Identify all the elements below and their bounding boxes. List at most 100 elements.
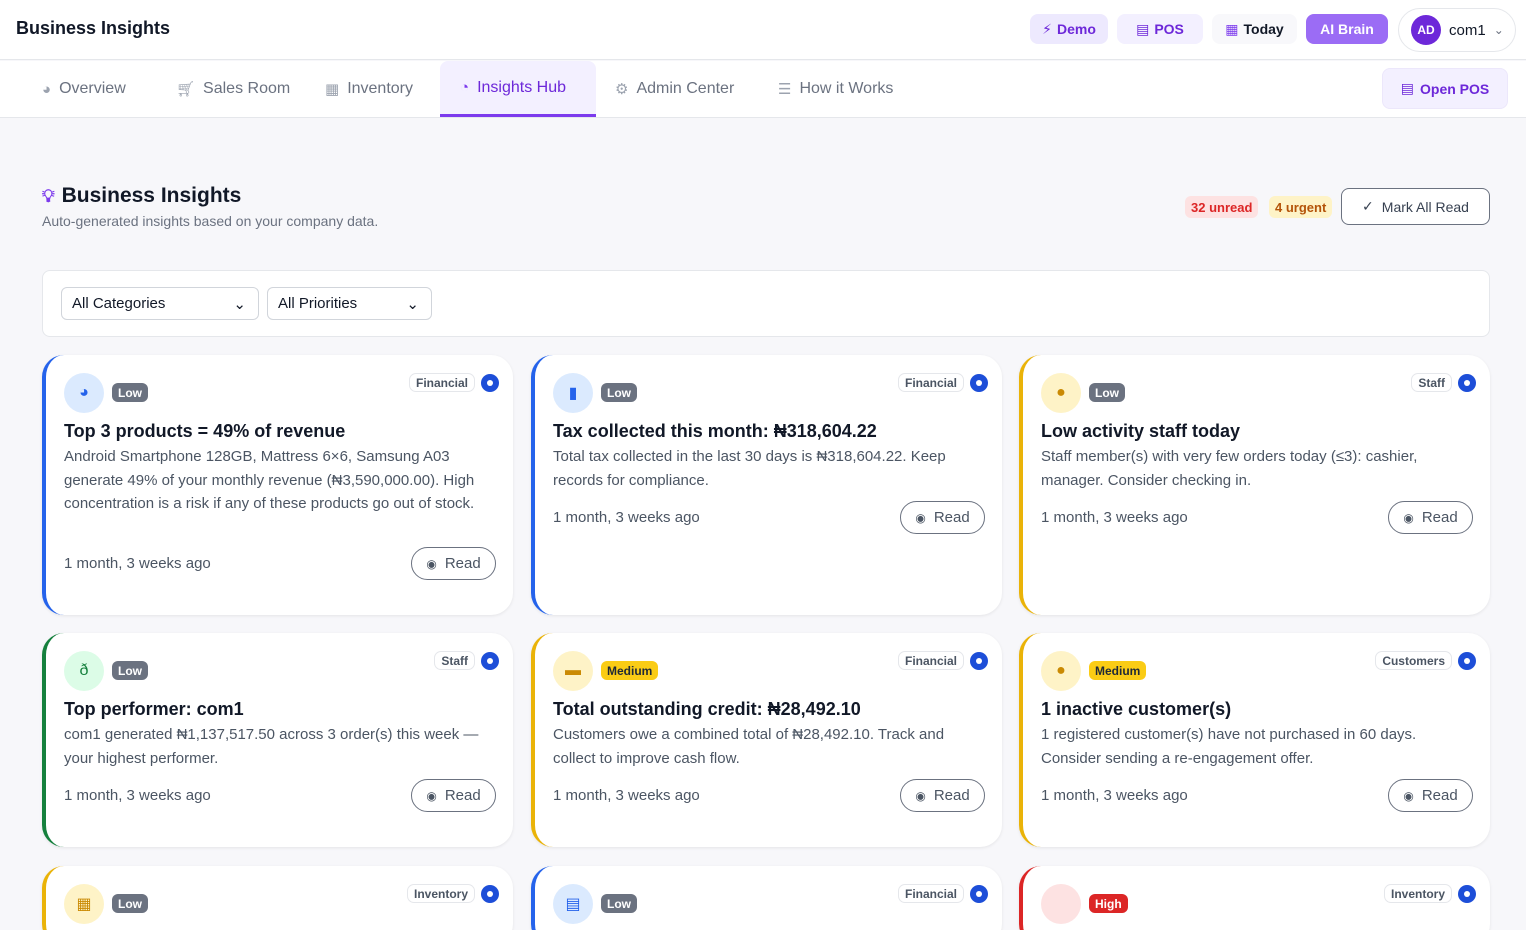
calendar-icon: ▦ [1225, 20, 1239, 37]
pie-chart-icon: ◔ [460, 79, 470, 96]
card-body: Staff member(s) with very few orders tod… [1041, 448, 1418, 489]
eye-icon: ◉ [1403, 510, 1414, 525]
priority-badge: Low [112, 661, 148, 680]
read-button[interactable]: ◉ Read [900, 501, 985, 534]
chevron-down-icon: ⌄ [1493, 23, 1504, 37]
register-icon: ▤ [1400, 80, 1414, 96]
category-badge: Inventory [1383, 884, 1452, 903]
card-time: 1 month, 3 weeks ago [64, 555, 211, 572]
cart-icon: 🛒︎ [176, 81, 196, 98]
demo-button[interactable]: ⚡ Demo [1030, 14, 1108, 44]
top-bar: Business Insights ⚡ Demo ▤ POS ▦ Today AI B… [0, 0, 1526, 60]
unread-dot-icon [481, 885, 499, 903]
priority-badge: High [1089, 894, 1128, 913]
tab-overview[interactable]: ◕ Overview [22, 61, 146, 117]
chevron-down-icon: ⌄ [406, 295, 419, 313]
category-select[interactable]: All Categories ⌄ [61, 287, 259, 320]
read-button[interactable]: ◉ Read [900, 779, 985, 812]
category-badge: Financial [897, 373, 964, 392]
eye-icon: ◉ [915, 510, 926, 525]
card-title: Top 3 products = 49% of revenue [64, 421, 346, 441]
eye-icon: ◉ [1403, 788, 1414, 803]
card-title: Low activity staff today [1041, 421, 1241, 441]
main-nav: ◕ Overview 🛒︎ Sales Room ▦ Inventory ◔ Insig… [0, 61, 1526, 118]
card-time: 1 month, 3 weeks ago [64, 787, 211, 804]
card-time: 1 month, 3 weeks ago [1041, 787, 1188, 804]
register-icon: ▤ [1136, 20, 1150, 37]
chevron-down-icon: ⌄ [233, 295, 246, 313]
user-menu[interactable]: AD com1 ⌄ [1398, 8, 1516, 52]
insight-card: ð Low Staff Top performer: com1 com1 gen… [42, 633, 513, 847]
card-title: Tax collected this month: ₦318,604.22 [553, 421, 877, 441]
user-icon: ● [1041, 373, 1081, 413]
unread-dot-icon [1458, 652, 1476, 670]
app-title: Business Insights [16, 18, 171, 38]
insight-card: ● Low Staff Low activity staff today Sta… [1019, 355, 1490, 615]
insight-card: ▦ Low Inventory [42, 866, 513, 930]
insight-card: High Inventory [1019, 866, 1490, 930]
insight-card: ▮ Low Financial Tax collected this month… [531, 355, 1002, 615]
category-badge: Financial [897, 884, 964, 903]
avatar: AD [1411, 15, 1441, 45]
card-body: Android Smartphone 128GB, Mattress 6×6, … [64, 448, 475, 512]
read-button[interactable]: ◉ Read [411, 779, 496, 812]
medal-icon: ð [64, 651, 104, 691]
page-title: 💡︎ Business Insights [42, 184, 242, 207]
pos-button[interactable]: ▤ POS [1117, 14, 1203, 44]
category-badge: Staff [1411, 373, 1452, 392]
dashboard-icon: ◕ [42, 80, 52, 98]
read-button[interactable]: ◉ Read [1388, 501, 1473, 534]
read-button[interactable]: ◉ Read [411, 547, 496, 580]
card-title: Total outstanding credit: ₦28,492.10 [553, 699, 861, 719]
eye-icon: ◉ [426, 788, 437, 803]
unread-dot-icon [970, 374, 988, 392]
tab-how-it-works[interactable]: ☰ How it Works [758, 61, 913, 117]
priority-badge: Medium [601, 661, 659, 680]
read-button[interactable]: ◉ Read [1388, 779, 1473, 812]
priority-badge: Low [112, 383, 148, 402]
money-icon: ▬ [553, 651, 593, 691]
invoice-icon: ▮ [553, 373, 593, 413]
card-title: Top performer: com1 [64, 699, 244, 719]
insight-card: ▬ Medium Financial Total outstanding cre… [531, 633, 1002, 847]
tab-admin-center[interactable]: ⚙ Admin Center [595, 61, 754, 117]
priority-badge: Low [112, 894, 148, 913]
unread-dot-icon [1458, 374, 1476, 392]
tab-inventory[interactable]: ▦ Inventory [305, 61, 433, 117]
warehouse-icon: ▤ [553, 884, 593, 924]
lightbulb-icon: 💡︎ [42, 185, 55, 206]
boxes-icon: ▦ [64, 884, 104, 924]
category-badge: Financial [408, 373, 475, 392]
card-time: 1 month, 3 weeks ago [1041, 509, 1188, 526]
tab-insights-hub[interactable]: ◔ Insights Hub [440, 61, 596, 117]
today-button[interactable]: ▦ Today [1212, 14, 1297, 44]
user-clock-icon: ● [1041, 651, 1081, 691]
signpost-icon: ☰ [778, 81, 792, 98]
tab-sales-room[interactable]: 🛒︎ Sales Room [156, 61, 310, 117]
priority-select[interactable]: All Priorities ⌄ [267, 287, 432, 320]
urgent-badge: 4 urgent [1269, 196, 1333, 218]
open-pos-button[interactable]: ▤ Open POS [1382, 68, 1508, 109]
priority-badge: Medium [1089, 661, 1147, 680]
card-body: Customers owe a combined total of ₦28,49… [553, 726, 945, 767]
category-badge: Inventory [406, 884, 475, 903]
eye-icon: ◉ [426, 556, 437, 571]
eye-icon: ◉ [915, 788, 926, 803]
category-badge: Customers [1375, 651, 1452, 670]
boxes-icon: ▦ [325, 81, 340, 98]
user-name: com1 [1449, 21, 1486, 39]
card-title: 1 inactive customer(s) [1041, 699, 1232, 719]
priority-badge: Low [601, 383, 637, 402]
card-body: 1 registered customer(s) have not purcha… [1041, 726, 1417, 767]
gear-icon: ⚙ [615, 81, 629, 98]
ai-brain-button[interactable]: AI Brain [1306, 14, 1388, 44]
pie-chart-icon: ◕ [64, 373, 104, 413]
mark-all-read-button[interactable]: ✓ Mark All Read [1341, 188, 1490, 225]
card-time: 1 month, 3 weeks ago [553, 787, 700, 804]
bolt-icon: ⚡ [1042, 20, 1052, 37]
priority-badge: Low [601, 894, 637, 913]
card-body: com1 generated ₦1,137,517.50 across 3 or… [64, 726, 479, 767]
double-check-icon: ✓ [1362, 198, 1374, 214]
category-badge: Staff [434, 651, 475, 670]
alert-icon [1041, 884, 1081, 924]
